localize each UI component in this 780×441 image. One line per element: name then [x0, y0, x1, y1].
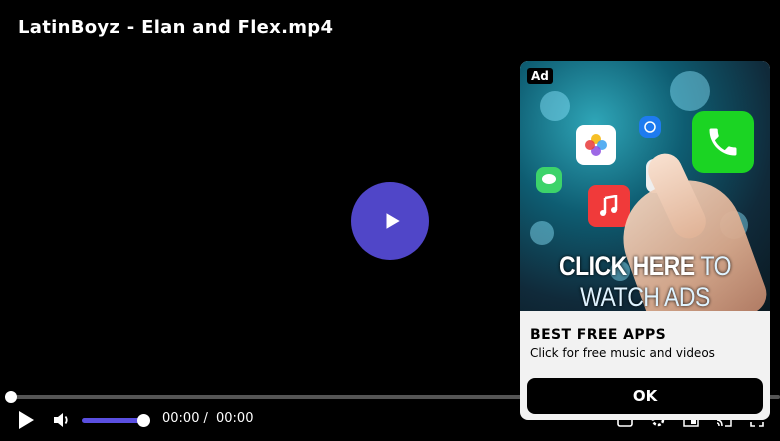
- ad-caption-main: CLICK HERE: [559, 250, 695, 281]
- video-title: LatinBoyz - Elan and Flex.mp4: [18, 17, 334, 38]
- volume-handle[interactable]: [137, 414, 150, 427]
- ad-ok-button[interactable]: OK: [527, 378, 763, 414]
- appstore-app-icon: [639, 116, 661, 138]
- ad-badge: Ad: [527, 68, 553, 84]
- messages-app-icon: [536, 167, 562, 193]
- time-separator: /: [203, 411, 208, 426]
- play-icon: [19, 411, 34, 429]
- play-icon: [386, 213, 400, 229]
- photos-app-icon: [576, 125, 616, 165]
- seek-handle[interactable]: [5, 391, 17, 403]
- ad-image[interactable]: Ad CLICK HERE TO WATCH ADS: [520, 61, 770, 311]
- time-display: 00:00/ 00:00: [162, 411, 257, 426]
- play-button[interactable]: [15, 409, 37, 431]
- ad-headline: BEST FREE APPS: [530, 327, 667, 343]
- volume-slider[interactable]: [82, 414, 150, 427]
- current-time: 00:00: [162, 411, 200, 426]
- ad-image-caption: CLICK HERE TO WATCH ADS: [520, 251, 770, 311]
- ad-text-block: BEST FREE APPS Click for free music and …: [520, 311, 770, 360]
- duration: 00:00: [216, 411, 254, 426]
- ad-popup[interactable]: Ad CLICK HERE TO WATCH ADS BEST FREE APP…: [520, 61, 770, 420]
- music-app-icon: [588, 185, 630, 227]
- ad-description: Click for free music and videos: [530, 346, 715, 360]
- mute-button[interactable]: [52, 410, 72, 430]
- phone-app-icon: [692, 111, 754, 173]
- big-play-button[interactable]: [351, 182, 429, 260]
- volume-icon: [54, 413, 68, 427]
